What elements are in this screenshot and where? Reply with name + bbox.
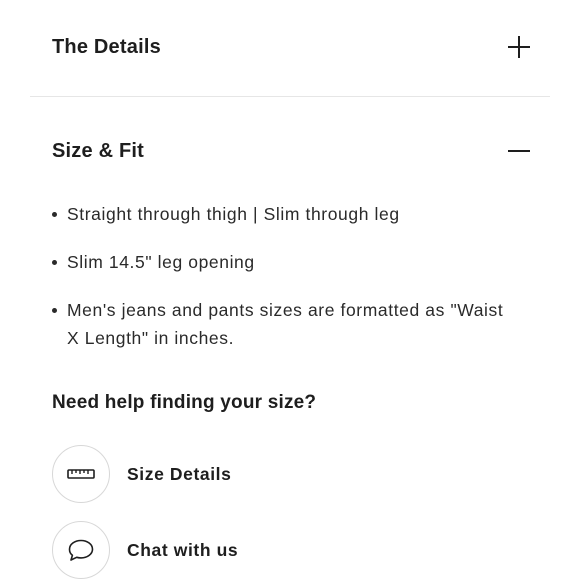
section-divider: [30, 96, 550, 97]
list-item: Slim 14.5" leg opening: [52, 248, 520, 276]
size-fit-list: Straight through thigh | Slim through le…: [52, 200, 520, 372]
plus-icon-vertical-bar: [518, 36, 520, 58]
chat-icon-circle: [52, 521, 110, 579]
size-details-label: Size Details: [127, 463, 232, 484]
size-details-icon-circle: [52, 445, 110, 503]
list-item-text: Men's jeans and pants sizes are formatte…: [67, 300, 504, 348]
accordion-title-size-fit: Size & Fit: [52, 139, 145, 162]
chat-bubble-icon: [68, 539, 94, 561]
minus-icon[interactable]: [508, 140, 530, 162]
list-item-text: Slim 14.5" leg opening: [67, 252, 255, 272]
size-details-button[interactable]: Size Details: [52, 445, 231, 503]
bullet-point: [52, 260, 57, 265]
bullet-point: [52, 212, 57, 217]
list-item: Straight through thigh | Slim through le…: [52, 200, 520, 228]
ruler-icon: [67, 469, 95, 479]
chat-with-us-label: Chat with us: [127, 539, 239, 560]
chat-with-us-button[interactable]: Chat with us: [52, 521, 238, 579]
accordion-header-the-details[interactable]: The Details: [52, 30, 530, 64]
list-item-text: Straight through thigh | Slim through le…: [67, 204, 400, 224]
list-item: Men's jeans and pants sizes are formatte…: [52, 296, 520, 352]
bullet-point: [52, 308, 57, 313]
size-help-heading: Need help finding your size?: [52, 392, 317, 413]
accordion-title-the-details: The Details: [52, 35, 161, 58]
accordion-header-size-fit[interactable]: Size & Fit: [52, 134, 530, 168]
plus-icon[interactable]: [508, 36, 530, 58]
minus-icon-bar: [508, 150, 530, 152]
